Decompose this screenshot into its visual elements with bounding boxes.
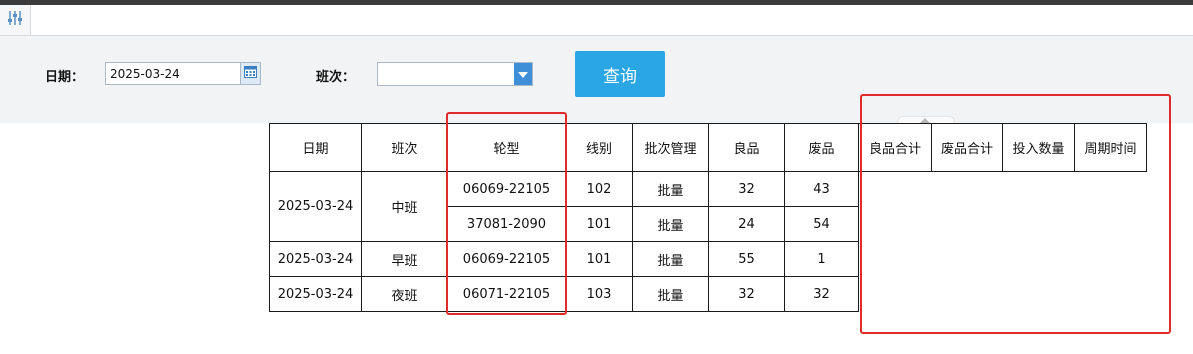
sliders-icon [6, 9, 24, 31]
cell-line: 101 [565, 241, 633, 277]
cell-date: 2025-03-24 [269, 276, 362, 312]
filter-tab[interactable] [0, 5, 31, 35]
column-header-shift[interactable]: 班次 [361, 123, 448, 172]
shift-select[interactable] [377, 62, 533, 86]
cell-batch: 批量 [632, 171, 709, 207]
column-header-line[interactable]: 线别 [565, 123, 633, 172]
cell-batch: 批量 [632, 241, 709, 277]
table-header-row: 日期 班次 轮型 线别 批次管理 良品 废品 良品合计 废品合计 投入数量 周期… [269, 123, 1147, 172]
cell-shift: 早班 [361, 241, 448, 277]
cell-wheel-type: 06071-22105 [447, 276, 566, 312]
cell-batch: 批量 [632, 206, 709, 242]
cell-good: 55 [708, 241, 785, 277]
column-header-input-qty[interactable]: 投入数量 [1002, 123, 1075, 172]
query-button[interactable]: 查询 [575, 51, 665, 97]
cell-wheel-type: 06069-22105 [447, 241, 566, 277]
cell-scrap: 54 [784, 206, 859, 242]
production-table: 日期 班次 轮型 线别 批次管理 良品 废品 良品合计 废品合计 投入数量 周期… [269, 123, 1147, 312]
table-row: 2025-03-24 早班 06069-22105 101 批量 55 1 [269, 241, 1147, 277]
column-header-batch[interactable]: 批次管理 [632, 123, 709, 172]
date-picker-button[interactable] [240, 63, 260, 84]
caret-down-icon [518, 67, 528, 82]
column-header-good-total[interactable]: 良品合计 [858, 123, 932, 172]
cell-scrap: 32 [784, 276, 859, 312]
shift-label: 班次： [316, 70, 356, 85]
date-input[interactable] [106, 63, 242, 84]
column-header-good[interactable]: 良品 [708, 123, 785, 172]
cell-scrap: 43 [784, 171, 859, 207]
cell-line: 101 [565, 206, 633, 242]
cell-date: 2025-03-24 [269, 171, 362, 242]
cell-scrap: 1 [784, 241, 859, 277]
calendar-icon [244, 65, 257, 82]
column-header-cycle-time[interactable]: 周期时间 [1074, 123, 1147, 172]
cell-shift: 中班 [361, 171, 448, 242]
column-header-scrap-total[interactable]: 废品合计 [931, 123, 1003, 172]
date-label: 日期： [45, 70, 85, 85]
table-row: 2025-03-24 夜班 06071-22105 103 批量 32 32 [269, 276, 1147, 312]
cell-wheel-type: 37081-2090 [447, 206, 566, 242]
cell-good: 24 [708, 206, 785, 242]
date-field[interactable] [105, 62, 261, 85]
cell-line: 103 [565, 276, 633, 312]
cell-batch: 批量 [632, 276, 709, 312]
table-row: 2025-03-24 中班 06069-22105 102 批量 32 43 [269, 171, 1147, 242]
cell-line: 102 [565, 171, 633, 207]
column-header-date[interactable]: 日期 [269, 123, 362, 172]
cell-good: 32 [708, 276, 785, 312]
tab-strip [0, 5, 1193, 36]
cell-good: 32 [708, 171, 785, 207]
cell-date: 2025-03-24 [269, 241, 362, 277]
shift-dropdown-button[interactable] [514, 63, 532, 85]
cell-wheel-type: 06069-22105 [447, 171, 566, 207]
cell-shift: 夜班 [361, 276, 448, 312]
column-header-wheel-type[interactable]: 轮型 [447, 123, 566, 172]
column-header-scrap[interactable]: 废品 [784, 123, 859, 172]
